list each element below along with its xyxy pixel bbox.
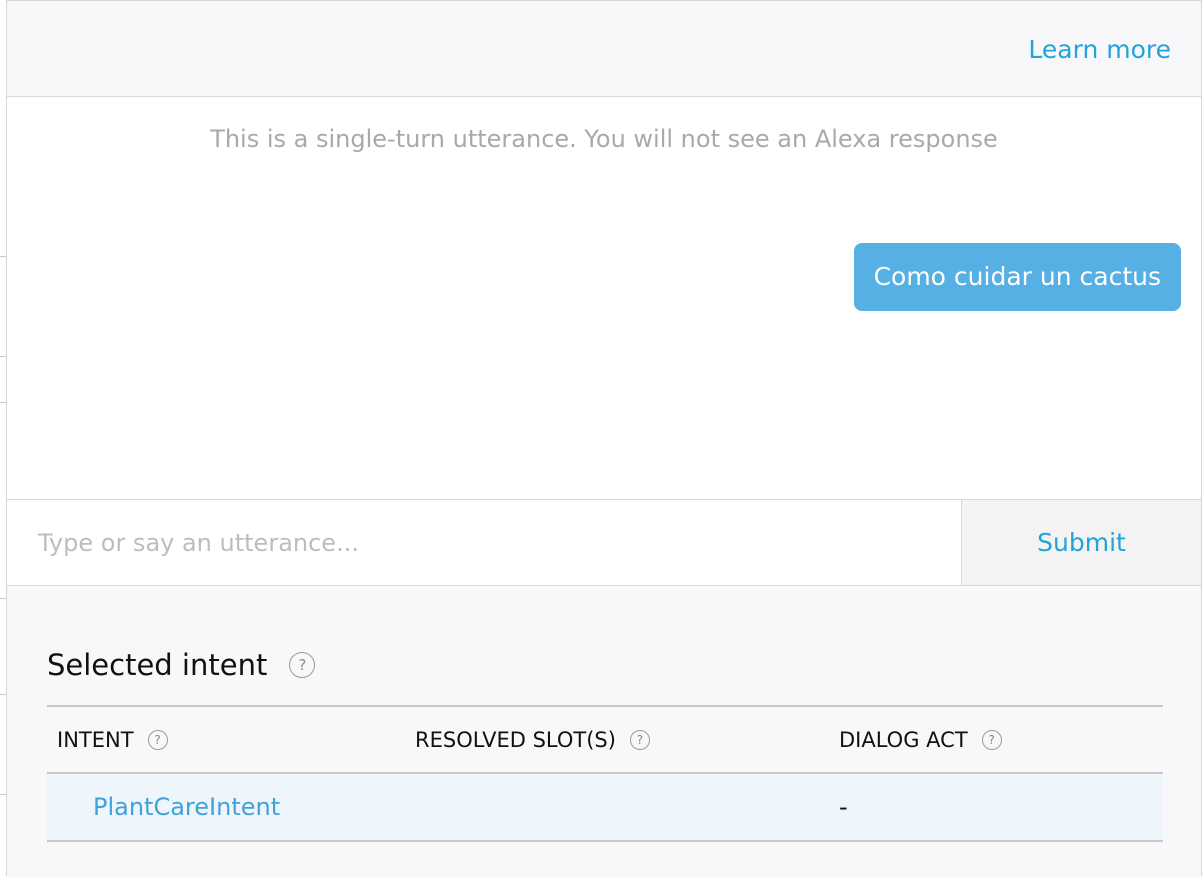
selected-intent-heading: Selected intent ? [47,648,316,682]
help-icon[interactable]: ? [147,729,168,750]
selected-intent-section: Selected intent ? INTENT ? RESOLVED SLOT… [7,586,1201,877]
column-header-label: INTENT [57,727,134,752]
table-row: PlantCareIntent - [47,774,1163,842]
utterance-input[interactable] [7,500,961,585]
table-header: INTENT ? RESOLVED SLOT(S) ? DIALOG ACT ? [47,705,1163,774]
intent-link[interactable]: PlantCareIntent [93,793,280,821]
column-header-intent: INTENT ? [57,707,168,772]
panel-header: Learn more [7,1,1201,97]
help-icon[interactable]: ? [981,729,1002,750]
user-utterance-bubble: Como cuidar un cactus [853,243,1181,311]
learn-more-link[interactable]: Learn more [1028,35,1171,64]
intent-table: INTENT ? RESOLVED SLOT(S) ? DIALOG ACT ?… [47,705,1163,842]
test-simulator-panel: Learn more This is a single-turn utteran… [6,0,1202,877]
help-icon[interactable]: ? [629,729,650,750]
dialog-act-cell: - [839,793,848,821]
single-turn-notice: This is a single-turn utterance. You wil… [210,125,998,153]
column-header-resolved-slots: RESOLVED SLOT(S) ? [415,707,650,772]
help-icon[interactable]: ? [289,652,316,678]
simulator-frame: Learn more This is a single-turn utteran… [0,0,1204,877]
intent-cell: PlantCareIntent [93,774,280,840]
utterance-input-row: Submit [7,499,1201,586]
selected-intent-title: Selected intent [47,648,268,682]
column-header-label: RESOLVED SLOT(S) [415,727,616,752]
column-header-label: DIALOG ACT [839,727,968,752]
submit-button[interactable]: Submit [961,500,1201,585]
column-header-dialog-act: DIALOG ACT ? [839,707,1002,772]
